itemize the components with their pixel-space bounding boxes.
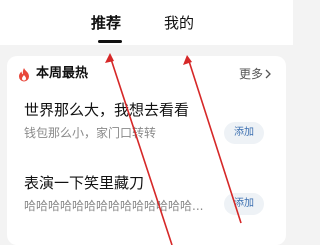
more-label: 更多	[238, 67, 263, 81]
list-item[interactable]: 表演一下笑里藏刀 哈哈哈哈哈哈哈哈哈哈哈哈哈哈... 添加	[7, 173, 286, 231]
flame-icon	[19, 68, 29, 82]
item-subtitle: 钱包那么小，家门口转转	[24, 126, 157, 140]
more-link[interactable]: 更多	[239, 66, 272, 82]
item-subtitle: 哈哈哈哈哈哈哈哈哈哈哈哈哈哈...	[24, 199, 204, 213]
tab-recommend[interactable]: 推荐	[91, 12, 121, 34]
list-item[interactable]: 世界那么大，我想去看看 钱包那么小，家门口转转 添加	[7, 100, 286, 158]
card-header: 本周最热 更多	[7, 56, 286, 86]
item-title: 表演一下笑里藏刀	[24, 174, 145, 192]
hot-this-week-card: 本周最热 更多 世界那么大，我想去看看 钱包那么小，家门口转转 添加 表演一下笑…	[7, 56, 286, 245]
add-button[interactable]: 添加	[224, 122, 264, 144]
chevron-right-icon	[265, 69, 271, 79]
add-button[interactable]: 添加	[224, 193, 264, 215]
active-tab-indicator	[98, 40, 122, 43]
item-title: 世界那么大，我想去看看	[24, 101, 190, 119]
screen: 推荐 我的 本周最热 更多 世界那么大，我想去看看 钱包那么小，家门口转转 添加…	[0, 0, 293, 245]
card-title: 本周最热	[36, 66, 89, 81]
top-tab-bar: 推荐 我的	[0, 0, 293, 45]
tab-mine[interactable]: 我的	[164, 12, 194, 34]
